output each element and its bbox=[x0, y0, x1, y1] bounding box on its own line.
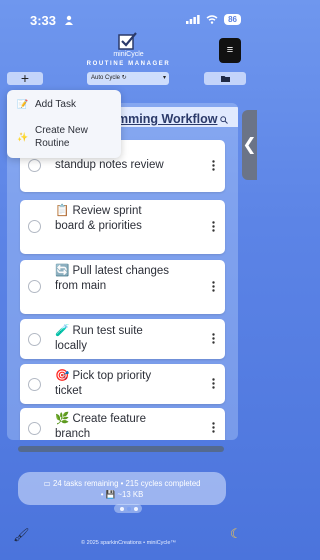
footer-copyright: © 2025 sparkinCreations • miniCycle™ bbox=[81, 540, 176, 546]
search-icon[interactable] bbox=[220, 116, 228, 124]
more-vertical-icon[interactable] bbox=[212, 333, 215, 344]
more-vertical-icon[interactable] bbox=[212, 281, 215, 292]
task-checkbox[interactable] bbox=[28, 422, 41, 435]
mode-select[interactable]: Auto Cycle ↻ ▾ bbox=[87, 72, 169, 85]
app-logo-icon bbox=[118, 32, 137, 50]
task-item[interactable]: 🌿 Create feature branch bbox=[20, 408, 225, 440]
status-time: 3:33 bbox=[30, 13, 57, 28]
mode-select-value: Auto Cycle ↻ bbox=[91, 75, 127, 81]
page-dot bbox=[134, 507, 138, 511]
task-text: 🔄 Pull latest changes from main bbox=[55, 265, 170, 292]
task-text: standup notes review bbox=[55, 159, 164, 171]
menu-item-label: Create New Routine bbox=[35, 125, 88, 149]
sparkles-icon: ✨ bbox=[17, 132, 29, 142]
add-menu-dropdown: 📝 Add Task ✨ Create New Routine bbox=[7, 90, 121, 158]
stats-tasks-remaining: ▭ 24 tasks remaining • 215 cycles comple… bbox=[43, 479, 201, 488]
task-item[interactable]: 🧪 Run test suite locally bbox=[20, 319, 225, 359]
page-dot bbox=[127, 507, 131, 511]
task-text: 🎯 Pick top priority ticket bbox=[55, 370, 152, 397]
battery-indicator: 86 bbox=[224, 14, 241, 25]
folder-button[interactable] bbox=[204, 72, 246, 85]
page-dot bbox=[120, 507, 124, 511]
task-checkbox[interactable] bbox=[28, 333, 41, 346]
more-vertical-icon[interactable] bbox=[212, 160, 215, 171]
task-item[interactable]: 📋 Review sprint board & priorities bbox=[20, 200, 225, 254]
more-vertical-icon[interactable] bbox=[212, 422, 215, 433]
task-checkbox[interactable] bbox=[28, 159, 41, 172]
signal-icon bbox=[186, 15, 200, 24]
side-panel-toggle[interactable]: ❮ bbox=[242, 110, 257, 180]
wifi-icon bbox=[206, 15, 218, 24]
menu-item-label: Add Task bbox=[35, 99, 76, 110]
add-button[interactable]: + bbox=[7, 71, 43, 85]
task-checkbox[interactable] bbox=[28, 220, 41, 233]
horizontal-scrollbar[interactable] bbox=[18, 446, 224, 452]
menu-item-add-task[interactable]: 📝 Add Task bbox=[7, 98, 121, 112]
chevron-down-icon: ▾ bbox=[162, 75, 166, 81]
page-indicator[interactable] bbox=[114, 504, 142, 513]
status-indicators: 86 bbox=[186, 14, 241, 25]
person-icon bbox=[65, 15, 73, 25]
chevron-left-icon: ❮ bbox=[242, 135, 257, 154]
menu-item-create-routine[interactable]: ✨ Create New Routine bbox=[7, 124, 121, 152]
task-text: 🌿 Create feature branch bbox=[55, 413, 147, 440]
more-vertical-icon[interactable] bbox=[212, 221, 215, 232]
task-item[interactable]: 🔄 Pull latest changes from main bbox=[20, 260, 225, 314]
task-checkbox[interactable] bbox=[28, 378, 41, 391]
stats-panel: ▭ 24 tasks remaining • 215 cycles comple… bbox=[18, 472, 226, 505]
memo-icon: 📝 bbox=[17, 99, 29, 109]
task-text: 🧪 Run test suite locally bbox=[55, 325, 143, 352]
app-subtitle: ROUTINE MANAGER bbox=[86, 61, 171, 67]
stats-storage: • 💾 ~13 KB bbox=[100, 490, 144, 499]
routine-title[interactable]: mming Workflow bbox=[117, 112, 217, 126]
more-vertical-icon[interactable] bbox=[212, 378, 215, 389]
folder-icon bbox=[221, 76, 230, 82]
task-item[interactable]: 🎯 Pick top priority ticket bbox=[20, 364, 225, 404]
status-bar: 3:33 86 bbox=[0, 0, 257, 30]
menu-button[interactable]: ≡ bbox=[219, 38, 241, 63]
task-text: 📋 Review sprint board & priorities bbox=[55, 205, 142, 232]
task-checkbox[interactable] bbox=[28, 280, 41, 293]
